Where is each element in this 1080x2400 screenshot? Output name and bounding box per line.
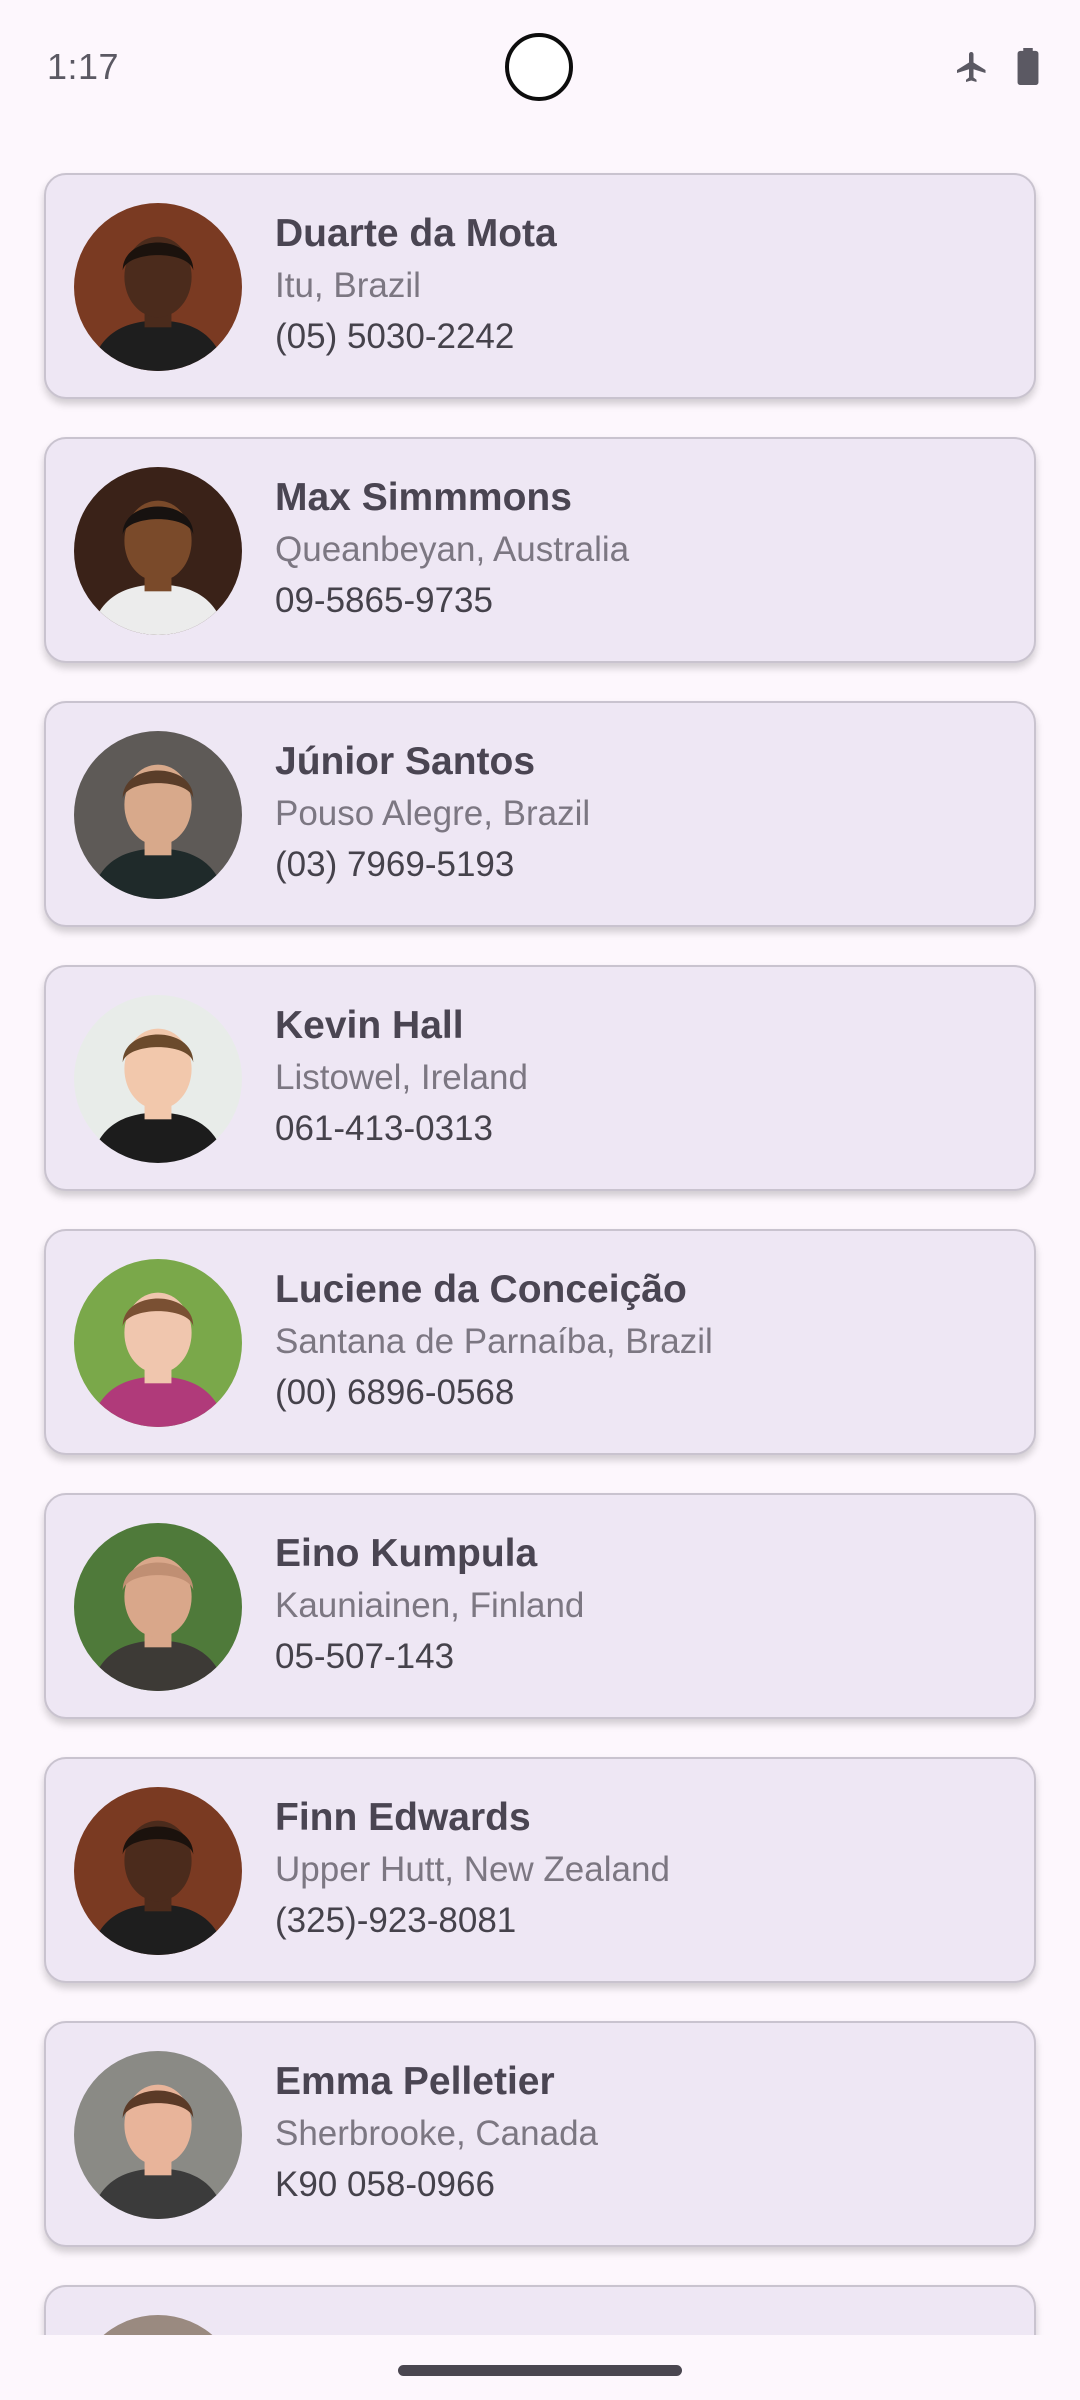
contact-info: Kevin Hall Listowel, Ireland 061-413-0313 [275,999,1014,1155]
avatar [74,995,242,1163]
contact-name: Júnior Santos [275,740,536,783]
contact-info: Júnior Santos Pouso Alegre, Brazil (03) 79… [275,735,1014,891]
home-indicator[interactable] [398,2365,682,2376]
avatar [74,1787,242,1955]
avatar [74,1523,242,1691]
contact-name: Finn Edwards [275,1796,531,1839]
contact-location: Itu, Brazil [275,266,421,305]
battery-icon [1016,48,1040,86]
contact-card[interactable]: Luciene da Conceição Santana de Parnaíba,… [44,1229,1036,1455]
contact-card[interactable]: Eino Kumpula Kauniainen, Finland 05-507-14… [44,1493,1036,1719]
avatar [74,731,242,899]
contact-location: Sherbrooke, Canada [275,2114,598,2153]
contact-location: Kauniainen, Finland [275,1586,585,1625]
contact-location: Queanbeyan, Australia [275,530,630,569]
avatar [74,203,242,371]
contact-card[interactable]: Max Simmmons Queanbeyan, Australia 09-5865… [44,437,1036,663]
contact-location: Listowel, Ireland [275,1058,528,1097]
contact-info: Eino Kumpula Kauniainen, Finland 05-507-14… [275,1527,1014,1683]
contact-name: Luciene da Conceição [275,1268,687,1311]
contact-card[interactable] [44,2285,1036,2335]
contact-card[interactable]: Júnior Santos Pouso Alegre, Brazil (03) 79… [44,701,1036,927]
avatar [74,1259,242,1427]
contact-phone: (00) 6896-0568 [275,1373,515,1412]
contact-name: Kevin Hall [275,1004,464,1047]
status-icons [954,48,1040,86]
contact-name: Duarte da Mota [275,212,557,255]
camera-cutout [505,33,573,101]
contact-location: Pouso Alegre, Brazil [275,794,591,833]
contact-phone: (03) 7969-5193 [275,845,515,884]
contact-info: Duarte da Mota Itu, Brazil (05) 5030-2242 [275,207,1014,363]
contact-phone: (325)-923-8081 [275,1901,517,1940]
contact-info: Emma Pelletier Sherbrooke, Canada K90 058-… [275,2055,1014,2211]
status-time: 1:17 [47,46,120,87]
contact-card[interactable]: Kevin Hall Listowel, Ireland 061-413-0313 [44,965,1036,1191]
contact-list[interactable]: Duarte da Mota Itu, Brazil (05) 5030-2242 M… [0,0,1080,2335]
contact-phone: 05-507-143 [275,1637,455,1676]
contact-info: Max Simmmons Queanbeyan, Australia 09-5865… [275,471,1014,627]
contact-name: Eino Kumpula [275,1532,538,1575]
avatar [74,2315,242,2335]
contact-info: Finn Edwards Upper Hutt, New Zealand (325)… [275,1791,1014,1947]
contact-phone: 061-413-0313 [275,1109,493,1148]
contact-location: Santana de Parnaíba, Brazil [275,1322,713,1361]
contact-card[interactable]: Emma Pelletier Sherbrooke, Canada K90 058-… [44,2021,1036,2247]
gesture-nav-area [0,2335,1080,2400]
contact-card[interactable]: Duarte da Mota Itu, Brazil (05) 5030-2242 [44,173,1036,399]
contact-phone: 09-5865-9735 [275,581,493,620]
airplane-mode-icon [954,49,990,85]
avatar [74,2051,242,2219]
contact-info: Luciene da Conceição Santana de Parnaíba,… [275,1263,1014,1419]
contact-phone: (05) 5030-2242 [275,317,515,356]
contact-name: Max Simmmons [275,476,572,519]
contact-location: Upper Hutt, New Zealand [275,1850,670,1889]
contact-card[interactable]: Finn Edwards Upper Hutt, New Zealand (325)… [44,1757,1036,1983]
contact-name: Emma Pelletier [275,2060,555,2103]
contact-phone: K90 058-0966 [275,2165,495,2204]
avatar [74,467,242,635]
status-bar: 1:17 [0,0,1080,135]
